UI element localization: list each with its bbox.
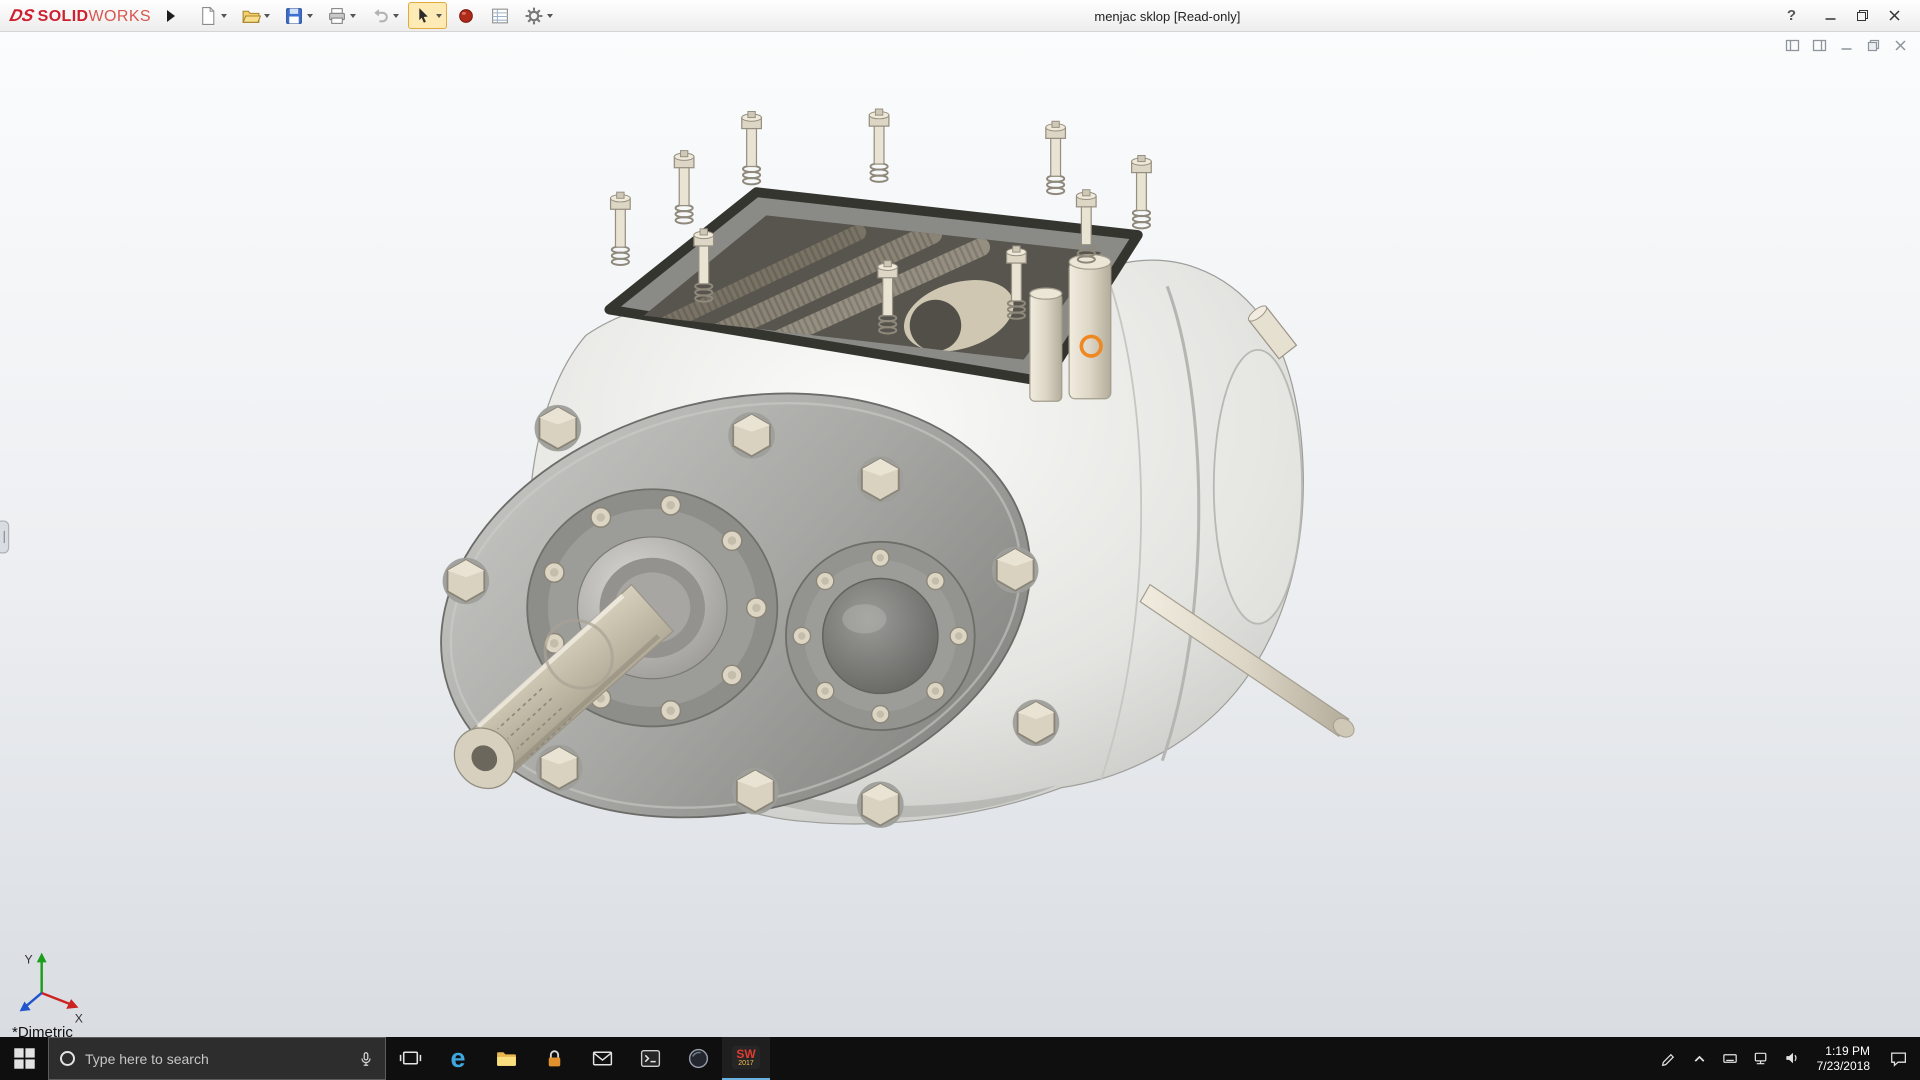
close-button[interactable] bbox=[1878, 3, 1910, 29]
doc-close-icon[interactable] bbox=[1893, 38, 1908, 53]
new-document-button[interactable] bbox=[193, 2, 232, 29]
toolbar-expand-arrow-icon[interactable] bbox=[166, 9, 175, 22]
action-center-icon bbox=[1891, 1051, 1906, 1067]
open-button[interactable] bbox=[236, 2, 275, 29]
dropdown-caret-icon[interactable] bbox=[435, 13, 442, 18]
document-title: menjac sklop [Read-only] bbox=[1094, 8, 1241, 24]
print-button[interactable] bbox=[322, 2, 361, 29]
open-folder-icon bbox=[242, 10, 261, 23]
file-explorer-icon bbox=[496, 1052, 516, 1066]
minimize-button[interactable] bbox=[1814, 3, 1846, 29]
action-center-button[interactable] bbox=[1878, 1037, 1920, 1080]
new-document-icon bbox=[202, 6, 215, 25]
console-icon bbox=[640, 1049, 660, 1068]
cortana-icon bbox=[60, 1051, 75, 1066]
solidworks-logo: DS SOLID WORKS bbox=[7, 5, 151, 26]
speaker-icon[interactable] bbox=[1784, 1050, 1801, 1067]
restore-button[interactable] bbox=[1846, 3, 1878, 29]
3d-viewport[interactable]: Y X bbox=[0, 32, 1920, 1037]
panel-splitter-handle[interactable] bbox=[0, 520, 10, 554]
lock-icon bbox=[548, 1050, 560, 1067]
start-button[interactable] bbox=[0, 1037, 48, 1080]
doc-restore-icon[interactable] bbox=[1866, 38, 1881, 53]
sheet-properties-button[interactable] bbox=[485, 2, 515, 29]
select-tool-button[interactable] bbox=[407, 2, 447, 29]
search-placeholder: Type here to search bbox=[85, 1050, 209, 1067]
print-icon bbox=[329, 7, 345, 24]
taskbar-clock[interactable]: 1:19 PM 7/23/2018 bbox=[1809, 1037, 1878, 1080]
help-button[interactable]: ? bbox=[1787, 7, 1796, 24]
document-window-controls bbox=[1785, 38, 1908, 53]
select-cursor-icon bbox=[419, 7, 428, 23]
solidworks-app-icon: SW 2017 bbox=[732, 1046, 760, 1069]
taskbar-app-edge[interactable]: e bbox=[434, 1037, 482, 1080]
mail-icon bbox=[592, 1051, 612, 1066]
taskbar-search-input[interactable]: Type here to search bbox=[48, 1037, 386, 1080]
pen-icon[interactable] bbox=[1660, 1050, 1677, 1067]
triad-y-label: Y bbox=[25, 953, 33, 967]
triad-x-label: X bbox=[75, 1011, 83, 1025]
taskbar-app-lock[interactable] bbox=[530, 1037, 578, 1080]
view-orientation-label: *Dimetric bbox=[12, 1024, 73, 1037]
gear-icon bbox=[525, 7, 543, 24]
network-icon[interactable] bbox=[1753, 1050, 1770, 1067]
minimize-icon bbox=[1825, 18, 1835, 20]
red-sphere-icon bbox=[459, 8, 473, 23]
logo-text-works: WORKS bbox=[88, 7, 151, 25]
dropdown-caret-icon[interactable] bbox=[263, 13, 270, 18]
doc-minimize-icon[interactable] bbox=[1839, 38, 1854, 53]
windows-logo-icon bbox=[13, 1048, 35, 1069]
restore-icon bbox=[1856, 10, 1868, 21]
side-cover[interactable] bbox=[784, 540, 976, 732]
close-icon bbox=[1888, 10, 1900, 21]
dropdown-caret-icon[interactable] bbox=[306, 13, 313, 18]
graphics-area[interactable]: Y X *Dimetric bbox=[0, 32, 1920, 1037]
windows-taskbar: Type here to search e SW 2017 1:19 PM 7/… bbox=[0, 1037, 1920, 1080]
save-button[interactable] bbox=[279, 2, 318, 29]
options-button[interactable] bbox=[519, 2, 558, 29]
taskbar-app-console[interactable] bbox=[626, 1037, 674, 1080]
undo-icon bbox=[374, 8, 388, 22]
dropdown-caret-icon[interactable] bbox=[392, 13, 399, 18]
task-view-icon bbox=[399, 1051, 421, 1065]
taskbar-app-file-explorer[interactable] bbox=[482, 1037, 530, 1080]
dropdown-caret-icon[interactable] bbox=[220, 13, 227, 18]
panel-right-icon[interactable] bbox=[1812, 38, 1827, 53]
undo-button[interactable] bbox=[365, 2, 404, 29]
touch-keyboard-icon[interactable] bbox=[1722, 1050, 1739, 1067]
taskbar-app-solidworks[interactable]: SW 2017 bbox=[722, 1037, 770, 1080]
edge-icon: e bbox=[450, 1043, 466, 1073]
chevron-up-icon[interactable] bbox=[1691, 1050, 1708, 1067]
dropdown-caret-icon[interactable] bbox=[546, 13, 553, 18]
sheet-icon bbox=[492, 8, 508, 23]
panel-left-icon[interactable] bbox=[1785, 38, 1800, 53]
system-tray bbox=[1652, 1037, 1809, 1080]
save-icon bbox=[286, 7, 302, 24]
taskbar-app-round[interactable] bbox=[674, 1037, 722, 1080]
logo-text-solid: SOLID bbox=[37, 7, 89, 25]
dropdown-caret-icon[interactable] bbox=[349, 13, 356, 18]
clock-time: 1:19 PM bbox=[1825, 1043, 1870, 1058]
clock-date: 7/23/2018 bbox=[1816, 1058, 1870, 1073]
taskbar-app-mail[interactable] bbox=[578, 1037, 626, 1080]
circle-app-icon bbox=[688, 1048, 708, 1069]
ds-logo-mark: DS bbox=[7, 5, 37, 25]
appearance-button[interactable] bbox=[451, 2, 481, 29]
titlebar: DS SOLID WORKS menjac sklop [Read-only] … bbox=[0, 0, 1920, 32]
task-view-button[interactable] bbox=[386, 1037, 434, 1080]
microphone-icon[interactable] bbox=[358, 1051, 374, 1067]
